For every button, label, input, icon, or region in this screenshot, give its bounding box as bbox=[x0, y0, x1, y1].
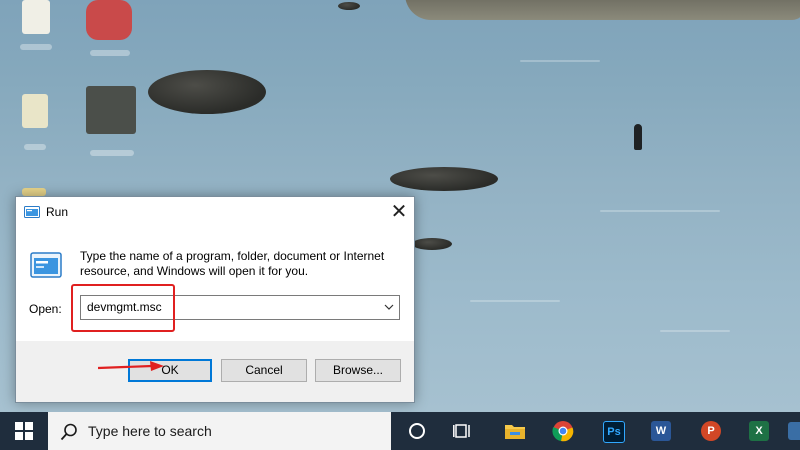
person-in-water bbox=[634, 124, 642, 150]
task-view-button[interactable] bbox=[440, 412, 486, 450]
desktop-icon-label bbox=[90, 150, 134, 156]
windows-logo-icon bbox=[15, 422, 33, 440]
water-ripple bbox=[520, 60, 600, 62]
run-program-icon bbox=[30, 252, 62, 278]
close-button[interactable]: ✕ bbox=[384, 197, 414, 227]
desktop-icon[interactable] bbox=[22, 94, 48, 128]
dialog-description: Type the name of a program, folder, docu… bbox=[80, 249, 385, 278]
shoreline bbox=[405, 0, 800, 20]
button-bar: OK Cancel Browse... bbox=[16, 341, 414, 402]
open-label: Open: bbox=[29, 302, 62, 316]
water-ripple bbox=[600, 210, 720, 212]
file-explorer-icon bbox=[505, 425, 525, 439]
photoshop-icon: Ps bbox=[603, 421, 625, 443]
browse-button[interactable]: Browse... bbox=[315, 359, 401, 382]
task-view-icon bbox=[453, 424, 470, 438]
run-dialog: Run ✕ Type the name of a program, folder… bbox=[15, 196, 415, 403]
rock bbox=[338, 2, 360, 10]
chrome-icon bbox=[552, 421, 574, 442]
overflow-app-button[interactable] bbox=[784, 412, 800, 450]
annotation-arrow-icon bbox=[98, 361, 164, 371]
water-ripple bbox=[470, 300, 560, 302]
rock bbox=[412, 238, 452, 250]
word-button[interactable]: W bbox=[638, 412, 684, 450]
search-placeholder: Type here to search bbox=[88, 423, 212, 439]
cortana-button[interactable] bbox=[394, 412, 440, 450]
close-icon: ✕ bbox=[390, 201, 408, 223]
taskbar-search-box[interactable]: Type here to search bbox=[48, 412, 391, 450]
desktop-icon[interactable] bbox=[22, 0, 50, 34]
rock bbox=[390, 167, 498, 191]
chevron-down-icon[interactable] bbox=[382, 299, 396, 315]
desktop-icon-label bbox=[20, 44, 52, 50]
excel-icon: X bbox=[749, 421, 769, 441]
photoshop-button[interactable]: Ps bbox=[590, 412, 636, 450]
search-icon bbox=[60, 423, 77, 441]
desktop-icon[interactable] bbox=[22, 188, 46, 196]
app-icon bbox=[788, 422, 800, 440]
water-ripple bbox=[660, 330, 730, 332]
rock bbox=[148, 70, 266, 114]
word-icon: W bbox=[651, 421, 671, 441]
desktop-icon[interactable] bbox=[86, 0, 132, 40]
cancel-button[interactable]: Cancel bbox=[221, 359, 307, 382]
desktop-icon[interactable] bbox=[86, 86, 136, 134]
title-bar[interactable]: Run ✕ bbox=[16, 197, 414, 227]
desktop-icon-label bbox=[24, 144, 46, 150]
highlight-annotation-box bbox=[71, 284, 175, 332]
excel-button[interactable]: X bbox=[736, 412, 782, 450]
dialog-title: Run bbox=[46, 205, 69, 219]
cortana-icon bbox=[409, 423, 425, 439]
desktop-icon-label bbox=[90, 50, 130, 56]
file-explorer-button[interactable] bbox=[492, 412, 538, 450]
run-icon bbox=[24, 206, 40, 218]
taskbar: Type here to search Ps W P X bbox=[0, 412, 800, 450]
start-button[interactable] bbox=[0, 412, 48, 450]
chrome-button[interactable] bbox=[540, 412, 586, 450]
powerpoint-button[interactable]: P bbox=[688, 412, 734, 450]
powerpoint-icon: P bbox=[701, 421, 721, 441]
